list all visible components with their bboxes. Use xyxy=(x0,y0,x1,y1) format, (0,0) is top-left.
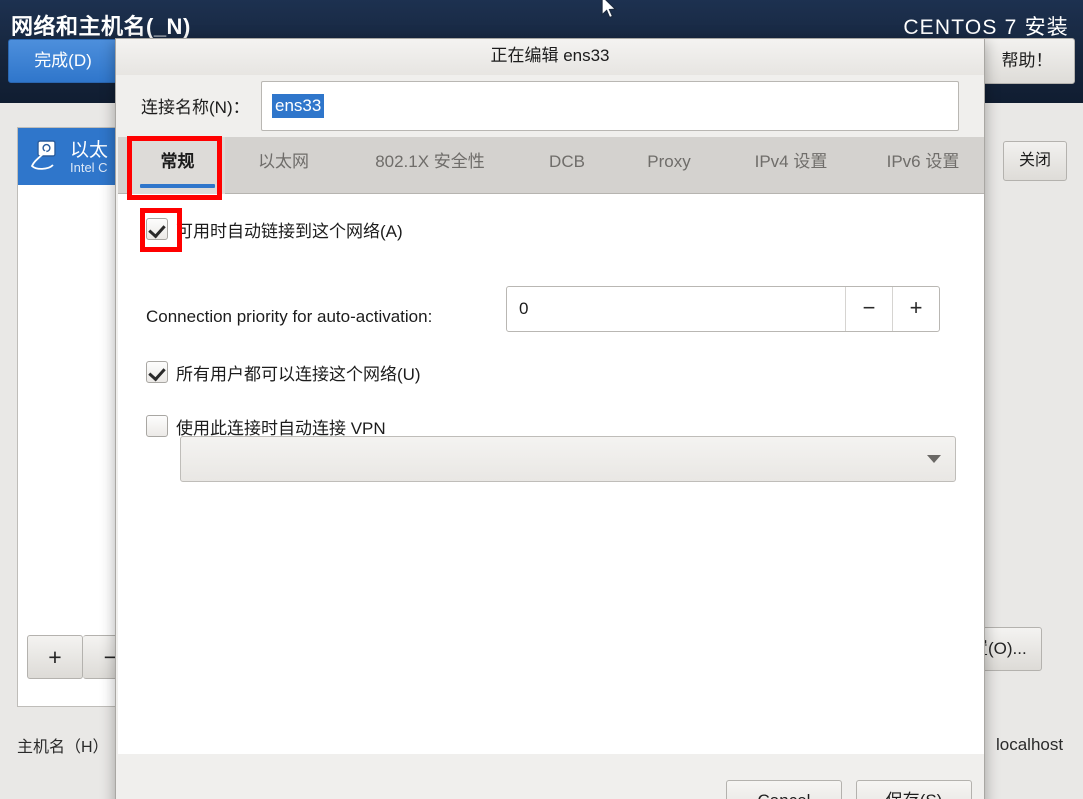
priority-decrement-button[interactable]: − xyxy=(845,287,892,331)
priority-label: Connection priority for auto-activation: xyxy=(146,307,433,326)
screen: 网络和主机名(_N) CENTOS 7 安装 完成(D) 帮助！ 以太 Inte… xyxy=(0,0,1083,799)
priority-stepper[interactable]: 0 − + xyxy=(506,286,940,332)
installer-brand: CENTOS 7 安装 xyxy=(903,16,1069,39)
all-users-checkbox[interactable] xyxy=(146,361,168,383)
connection-name-value: ens33 xyxy=(272,94,325,118)
add-connection-button[interactable]: + xyxy=(27,635,83,679)
dialog-tabstrip: 常规 以太网 802.1X 安全性 DCB Proxy IPv4 设置 IPv6… xyxy=(118,137,984,194)
connection-name-row: 连接名称(N)： ens33 xyxy=(116,81,984,133)
ethernet-icon xyxy=(30,140,56,170)
dialog-titlebar: 正在编辑 ens33 xyxy=(116,39,984,75)
dialog-title: 正在编辑 ens33 xyxy=(490,46,610,65)
tab-general[interactable]: 常规 xyxy=(130,137,225,194)
done-button[interactable]: 完成(D) xyxy=(8,39,118,83)
tab-ipv4[interactable]: IPv4 设置 xyxy=(726,137,856,194)
page-title: 网络和主机名(_N) xyxy=(11,14,191,39)
tab-panel-general: 可用时自动链接到这个网络(A) Connection priority for … xyxy=(118,194,984,754)
chevron-down-icon xyxy=(927,455,941,463)
hostname-label: 主机名（H） xyxy=(17,739,109,756)
tab-dcb[interactable]: DCB xyxy=(522,137,612,194)
connection-name-label: 连接名称(N)： xyxy=(141,98,250,117)
dialog-footer: Cancel 保存(S) xyxy=(118,754,984,799)
edit-connection-dialog: 正在编辑 ens33 连接名称(N)： ens33 常规 以太网 802.1X … xyxy=(115,38,985,799)
mouse-cursor xyxy=(601,0,618,19)
device-list-toolbar: + − xyxy=(17,627,139,683)
tab-8021x[interactable]: 802.1X 安全性 xyxy=(340,137,520,194)
device-name: 以太 xyxy=(70,140,109,161)
all-users-label: 所有用户都可以连接这个网络(U) xyxy=(176,365,421,384)
auto-connect-label: 可用时自动链接到这个网络(A) xyxy=(176,222,403,241)
vpn-autoconnect-checkbox[interactable] xyxy=(146,415,168,437)
vpn-select[interactable] xyxy=(180,436,956,482)
priority-value: 0 xyxy=(519,299,529,318)
tab-ipv6[interactable]: IPv6 设置 xyxy=(858,137,988,194)
device-list[interactable]: 以太 Intel C xyxy=(17,127,122,707)
current-hostname-value: localhost xyxy=(996,735,1064,754)
cancel-button[interactable]: Cancel xyxy=(726,780,842,799)
priority-increment-button[interactable]: + xyxy=(892,287,939,331)
save-button[interactable]: 保存(S) xyxy=(856,780,972,799)
connection-name-input[interactable]: ens33 xyxy=(261,81,959,131)
tab-proxy[interactable]: Proxy xyxy=(614,137,724,194)
device-subtitle: Intel C xyxy=(70,160,108,175)
tab-ethernet[interactable]: 以太网 xyxy=(231,137,336,194)
help-button[interactable]: 帮助！ xyxy=(979,38,1075,84)
auto-connect-checkbox[interactable] xyxy=(146,218,168,240)
list-item[interactable]: 以太 Intel C xyxy=(18,128,122,185)
close-button[interactable]: 关闭 xyxy=(1003,141,1067,181)
